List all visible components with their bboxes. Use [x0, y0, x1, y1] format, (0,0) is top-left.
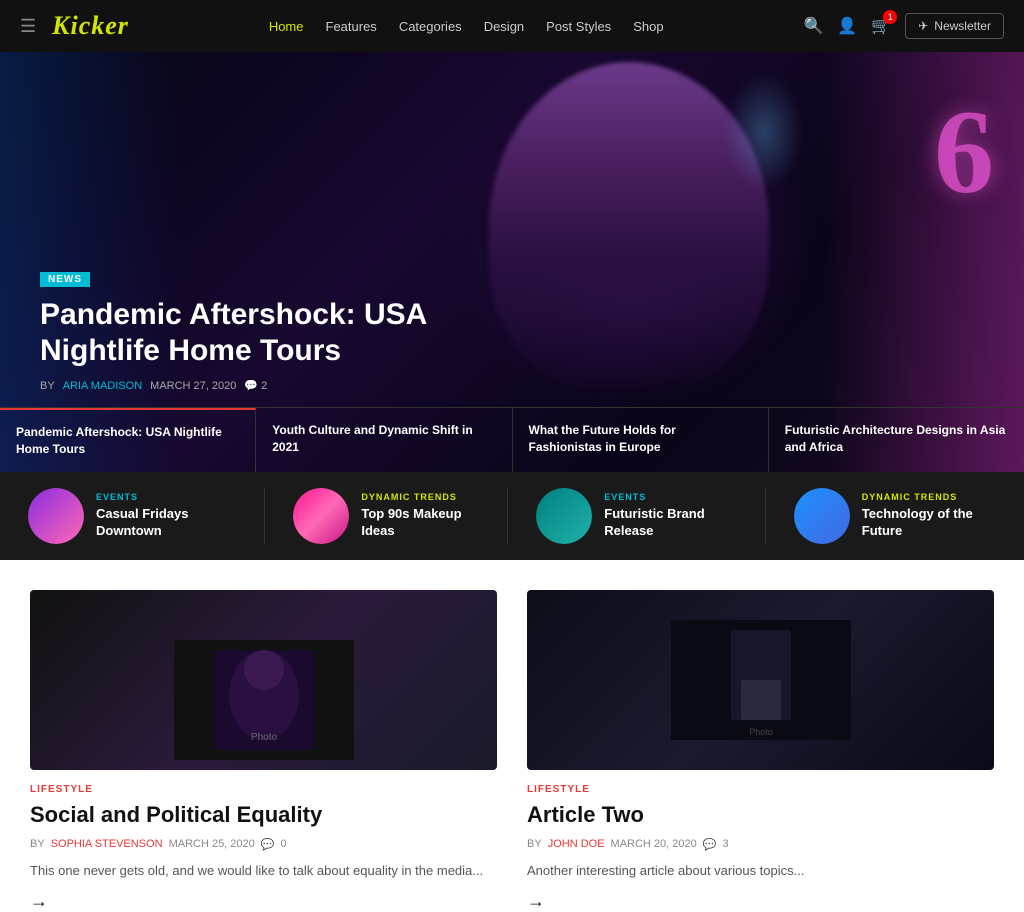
hero-article-title-0: Pandemic Aftershock: USA Nightlife Home … [16, 424, 239, 458]
trending-title-3: Technology of the Future [862, 506, 996, 540]
article-svg-1: Photo [671, 620, 851, 740]
trending-cat-3: DYNAMIC TRENDS [862, 492, 996, 502]
hero-article-2[interactable]: What the Future Holds for Fashionistas i… [513, 408, 769, 472]
trending-thumb-img-1 [293, 488, 349, 544]
article-author-label-0: BY [30, 838, 45, 850]
article-placeholder-0: Photo [30, 590, 497, 770]
article-comment-icon-1: 💬 [703, 838, 717, 851]
article-excerpt-0: This one never gets old, and we would li… [30, 861, 497, 882]
article-placeholder-1: Photo [527, 590, 994, 770]
hero-article-title-2: What the Future Holds for Fashionistas i… [529, 422, 752, 456]
trending-item-2[interactable]: EVENTS Futuristic Brand Release [508, 488, 766, 544]
article-comments-1: 3 [722, 838, 728, 850]
trending-cat-2: EVENTS [604, 492, 737, 502]
trending-thumb-img-0 [28, 488, 84, 544]
hero-author-label: BY [40, 380, 55, 392]
trending-info-3: DYNAMIC TRENDS Technology of the Future [862, 492, 996, 540]
comment-icon: 💬 [244, 379, 258, 392]
hero-article-1[interactable]: Youth Culture and Dynamic Shift in 2021 [256, 408, 512, 472]
hero-meta: BY ARIA MADISON MARCH 27, 2020 💬 2 [40, 379, 460, 392]
hero-content: NEWS Pandemic Aftershock: USA Nightlife … [40, 269, 460, 392]
trending-thumb-0 [28, 488, 84, 544]
trending-thumb-img-3 [794, 488, 850, 544]
trending-item-1[interactable]: DYNAMIC TRENDS Top 90s Makeup Ideas [265, 488, 508, 544]
neon-number: 6 [934, 92, 994, 212]
trending-thumb-img-2 [536, 488, 592, 544]
nav-categories[interactable]: Categories [399, 19, 462, 34]
article-comment-icon-0: 💬 [261, 838, 275, 851]
article-card-0: Photo LIFESTYLE Social and Political Equ… [30, 590, 497, 912]
nav-features[interactable]: Features [326, 19, 377, 34]
hero-articles: Pandemic Aftershock: USA Nightlife Home … [0, 407, 1024, 472]
trending-item-0[interactable]: EVENTS Casual Fridays Downtown [0, 488, 265, 544]
header: ☰ Kicker Home Features Categories Design… [0, 0, 1024, 52]
read-more-0[interactable]: → [30, 891, 48, 912]
trending-title-0: Casual Fridays Downtown [96, 506, 236, 540]
trending-thumb-1 [293, 488, 349, 544]
main-content: Photo LIFESTYLE Social and Political Equ… [0, 560, 1024, 912]
hero-article-title-3: Futuristic Architecture Designs in Asia … [785, 422, 1008, 456]
read-more-1[interactable]: → [527, 891, 545, 912]
article-title-0[interactable]: Social and Political Equality [30, 801, 497, 830]
header-right: 🔍 👤 🛒 1 ✈ Newsletter [803, 13, 1004, 39]
newsletter-icon: ✈ [918, 19, 928, 33]
article-category-1: LIFESTYLE [527, 784, 994, 795]
article-meta-1: BY JOHN DOE MARCH 20, 2020 💬 3 [527, 838, 994, 851]
article-comments-0: 0 [280, 838, 286, 850]
hero-article-title-1: Youth Culture and Dynamic Shift in 2021 [272, 422, 495, 456]
article-date-1: MARCH 20, 2020 [611, 838, 697, 850]
hero-comments: 💬 2 [244, 379, 267, 392]
trending-title-2: Futuristic Brand Release [604, 506, 737, 540]
menu-icon[interactable]: ☰ [20, 16, 36, 37]
hero-title: Pandemic Aftershock: USA Nightlife Home … [40, 297, 460, 369]
trending-cat-0: EVENTS [96, 492, 236, 502]
neon-lights [724, 72, 804, 192]
article-author-1[interactable]: JOHN DOE [548, 838, 605, 850]
hero-date: MARCH 27, 2020 [150, 380, 236, 392]
svg-text:Photo: Photo [250, 732, 277, 743]
logo[interactable]: Kicker [52, 11, 129, 41]
article-title-1[interactable]: Article Two [527, 801, 994, 830]
main-nav: Home Features Categories Design Post Sty… [269, 19, 664, 34]
article-author-0[interactable]: SOPHIA STEVENSON [51, 838, 163, 850]
article-meta-0: BY SOPHIA STEVENSON MARCH 25, 2020 💬 0 [30, 838, 497, 851]
trending-thumb-2 [536, 488, 592, 544]
article-image-1: Photo [527, 590, 994, 770]
hero-badge: NEWS [40, 272, 90, 287]
nav-design[interactable]: Design [484, 19, 524, 34]
trending-title-1: Top 90s Makeup Ideas [361, 506, 479, 540]
trending-info-2: EVENTS Futuristic Brand Release [604, 492, 737, 540]
newsletter-label: Newsletter [934, 19, 991, 33]
hero-section: 6 NEWS Pandemic Aftershock: USA Nightlif… [0, 52, 1024, 472]
cart-wrap[interactable]: 🛒 1 [871, 16, 891, 36]
comment-count: 2 [261, 380, 267, 392]
cart-badge: 1 [883, 10, 897, 24]
trending-strip: EVENTS Casual Fridays Downtown DYNAMIC T… [0, 472, 1024, 560]
hero-article-3[interactable]: Futuristic Architecture Designs in Asia … [769, 408, 1024, 472]
article-image-0: Photo [30, 590, 497, 770]
nav-post-styles[interactable]: Post Styles [546, 19, 611, 34]
search-icon[interactable]: 🔍 [803, 16, 823, 36]
trending-thumb-3 [794, 488, 850, 544]
article-excerpt-1: Another interesting article about variou… [527, 861, 994, 882]
trending-cat-1: DYNAMIC TRENDS [361, 492, 479, 502]
article-card-1: Photo LIFESTYLE Article Two BY JOHN DOE … [527, 590, 994, 912]
nav-shop[interactable]: Shop [633, 19, 663, 34]
article-svg-0: Photo [174, 640, 354, 760]
user-icon[interactable]: 👤 [837, 16, 857, 36]
newsletter-button[interactable]: ✈ Newsletter [905, 13, 1004, 39]
article-date-0: MARCH 25, 2020 [169, 838, 255, 850]
hero-author[interactable]: ARIA MADISON [63, 380, 142, 392]
header-left: ☰ Kicker [20, 11, 129, 41]
trending-item-3[interactable]: DYNAMIC TRENDS Technology of the Future [766, 488, 1024, 544]
nav-home[interactable]: Home [269, 19, 304, 34]
trending-info-1: DYNAMIC TRENDS Top 90s Makeup Ideas [361, 492, 479, 540]
article-category-0: LIFESTYLE [30, 784, 497, 795]
svg-text:Photo: Photo [749, 727, 773, 737]
hero-article-0[interactable]: Pandemic Aftershock: USA Nightlife Home … [0, 408, 256, 472]
article-author-label-1: BY [527, 838, 542, 850]
trending-info-0: EVENTS Casual Fridays Downtown [96, 492, 236, 540]
